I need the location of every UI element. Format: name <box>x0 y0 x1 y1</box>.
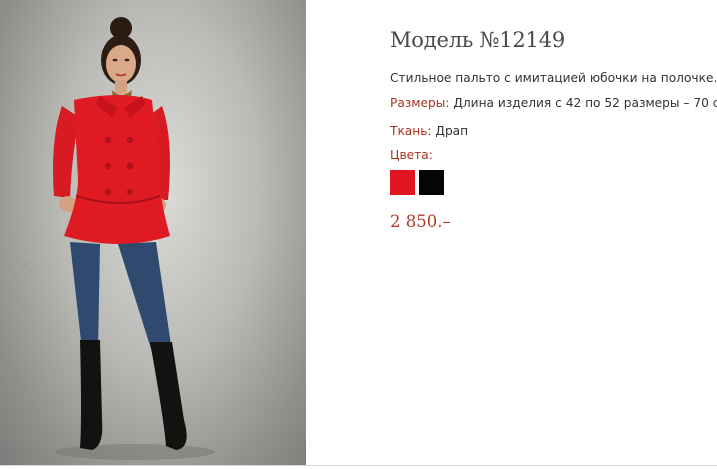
divider <box>0 465 717 466</box>
model-photo-illustration <box>53 17 215 460</box>
sizes-value: Длина изделия с 42 по 52 размеры – 70 см… <box>449 96 717 110</box>
fabric-value: Драп <box>431 124 469 138</box>
product-photo <box>0 0 306 465</box>
fabric-label: Ткань: <box>390 124 432 138</box>
sizes-label: Размеры: <box>390 96 450 110</box>
product-price: 2 850.– <box>390 212 451 231</box>
colors-label: Цвета: <box>390 148 433 162</box>
product-description: Стильное пальто с имитацией юбочки на по… <box>390 71 717 85</box>
gallery-prev-button[interactable] <box>0 258 34 314</box>
product-sizes: Размеры: Длина изделия с 42 по 52 размер… <box>390 96 717 110</box>
color-swatch-red[interactable] <box>390 170 415 195</box>
product-title: Модель №12149 <box>390 28 566 52</box>
product-fabric: Ткань: Драп <box>390 124 468 138</box>
color-swatches <box>390 170 444 195</box>
color-swatch-black[interactable] <box>419 170 444 195</box>
chevron-left-icon <box>3 261 29 311</box>
